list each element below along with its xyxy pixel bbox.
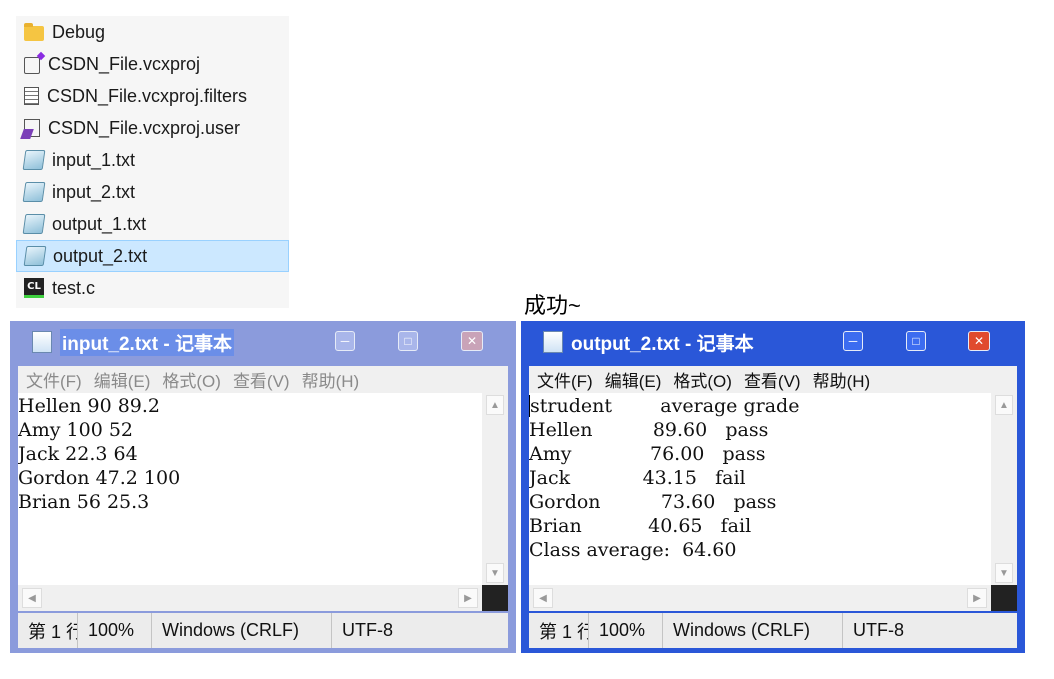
- file-item-vcxproj-filters[interactable]: CSDN_File.vcxproj.filters: [16, 80, 289, 112]
- horizontal-scrollbar[interactable]: ◀ ▶: [18, 585, 482, 611]
- status-bar: 第 1 行 100% Windows (CRLF) UTF-8: [18, 613, 508, 648]
- scroll-down-icon[interactable]: ▼: [486, 563, 504, 583]
- scroll-down-icon[interactable]: ▼: [995, 563, 1013, 583]
- scroll-right-icon[interactable]: ▶: [458, 588, 478, 608]
- status-encoding: UTF-8: [853, 620, 904, 640]
- menu-help[interactable]: 帮助(H): [813, 367, 871, 392]
- file-item-vcxproj[interactable]: CSDN_File.vcxproj: [16, 48, 289, 80]
- user-file-icon: [24, 119, 40, 137]
- status-zoom: 100%: [78, 613, 152, 648]
- scroll-left-icon[interactable]: ◀: [22, 588, 42, 608]
- file-item-input-2[interactable]: input_2.txt: [16, 176, 289, 208]
- status-line-ending: Windows (CRLF): [663, 613, 843, 648]
- filters-file-icon: [24, 87, 39, 105]
- maximize-button[interactable]: □: [398, 331, 418, 351]
- file-name: CSDN_File.vcxproj.filters: [47, 85, 248, 106]
- file-item-input-1[interactable]: input_1.txt: [16, 144, 289, 176]
- menu-format[interactable]: 格式(O): [162, 367, 221, 392]
- status-encoding: UTF-8: [342, 620, 393, 640]
- status-zoom: 100%: [589, 613, 663, 648]
- text-line: Gordon 73.60 pass: [529, 491, 777, 513]
- vertical-scrollbar[interactable]: ▲ ▼: [482, 393, 508, 585]
- notepad-window-output[interactable]: output_2.txt - 记事本 ─ □ ✕ 文件(F) 编辑(E) 格式(…: [521, 321, 1025, 653]
- scrollbar-corner: [482, 585, 508, 611]
- minimize-button[interactable]: ─: [843, 331, 863, 351]
- title-bar[interactable]: input_2.txt - 记事本 ─ □ ✕: [10, 321, 516, 363]
- maximize-button[interactable]: □: [906, 331, 926, 351]
- file-item-output-2[interactable]: output_2.txt: [16, 240, 289, 272]
- menu-view[interactable]: 查看(V): [744, 367, 801, 392]
- folder-icon: [24, 23, 44, 41]
- text-line: Amy 76.00 pass: [529, 443, 766, 465]
- text-editor[interactable]: Hellen 90 89.2 Amy 100 52 Jack 22.3 64 G…: [18, 393, 482, 585]
- scroll-right-icon[interactable]: ▶: [967, 588, 987, 608]
- menu-view[interactable]: 查看(V): [233, 367, 290, 392]
- window-title: input_2.txt - 记事本: [60, 328, 234, 356]
- notepad-icon: [32, 331, 52, 353]
- success-caption: 成功~: [524, 293, 581, 318]
- notepad-icon: [543, 331, 563, 353]
- text-file-icon: [22, 214, 46, 234]
- status-bar: 第 1 行 100% Windows (CRLF) UTF-8: [529, 613, 1017, 648]
- file-item-debug[interactable]: Debug: [16, 16, 289, 48]
- text-line: Jack 43.15 fail: [529, 467, 746, 489]
- menu-bar: 文件(F) 编辑(E) 格式(O) 查看(V) 帮助(H): [529, 366, 1017, 393]
- file-name: input_1.txt: [52, 149, 136, 170]
- text-line: Gordon 47.2 100: [18, 467, 181, 489]
- notepad-window-input[interactable]: input_2.txt - 记事本 ─ □ ✕ 文件(F) 编辑(E) 格式(O…: [10, 321, 516, 653]
- text-line: Brian 40.65 fail: [529, 515, 752, 537]
- file-name: input_2.txt: [52, 181, 136, 202]
- vertical-scrollbar[interactable]: ▲ ▼: [991, 393, 1017, 585]
- menu-file[interactable]: 文件(F): [537, 367, 593, 392]
- menu-help[interactable]: 帮助(H): [302, 367, 360, 392]
- text-line: Hellen 90 89.2: [18, 395, 161, 417]
- text-line: Jack 22.3 64: [18, 443, 138, 465]
- scroll-up-icon[interactable]: ▲: [995, 395, 1013, 415]
- menu-edit[interactable]: 编辑(E): [94, 367, 151, 392]
- menu-edit[interactable]: 编辑(E): [605, 367, 662, 392]
- text-line: Hellen 89.60 pass: [529, 419, 769, 441]
- text-file-icon: [23, 246, 47, 266]
- title-bar[interactable]: output_2.txt - 记事本 ─ □ ✕: [521, 321, 1025, 363]
- file-item-output-1[interactable]: output_1.txt: [16, 208, 289, 240]
- text-file-icon: [22, 150, 46, 170]
- status-line-ending: Windows (CRLF): [152, 613, 332, 648]
- close-button[interactable]: ✕: [461, 331, 483, 351]
- c-source-icon: CL: [24, 278, 44, 298]
- scroll-up-icon[interactable]: ▲: [486, 395, 504, 415]
- scroll-left-icon[interactable]: ◀: [533, 588, 553, 608]
- file-name: test.c: [52, 277, 96, 298]
- window-title: output_2.txt - 记事本: [571, 333, 754, 355]
- scrollbar-corner: [991, 585, 1017, 611]
- text-line: Amy 100 52: [18, 419, 133, 441]
- file-item-vcxproj-user[interactable]: CSDN_File.vcxproj.user: [16, 112, 289, 144]
- minimize-button[interactable]: ─: [335, 331, 355, 351]
- menu-format[interactable]: 格式(O): [673, 367, 732, 392]
- status-position: 第 1 行: [18, 613, 78, 648]
- menu-bar: 文件(F) 编辑(E) 格式(O) 查看(V) 帮助(H): [18, 366, 508, 393]
- file-name: output_2.txt: [53, 245, 148, 266]
- text-line: strudent average grade: [529, 395, 800, 417]
- text-file-icon: [22, 182, 46, 202]
- text-editor[interactable]: strudent average grade Hellen 89.60 pass…: [529, 393, 991, 585]
- status-position: 第 1 行: [529, 613, 589, 648]
- menu-file[interactable]: 文件(F): [26, 367, 82, 392]
- file-name: CSDN_File.vcxproj.user: [48, 117, 241, 138]
- file-item-test-c[interactable]: CL test.c: [16, 272, 289, 304]
- file-name: output_1.txt: [52, 213, 147, 234]
- text-line: Brian 56 25.3: [18, 491, 150, 513]
- vcxproj-icon: [24, 56, 40, 74]
- file-name: CSDN_File.vcxproj: [48, 53, 201, 74]
- horizontal-scrollbar[interactable]: ◀ ▶: [529, 585, 991, 611]
- file-name: Debug: [52, 21, 106, 42]
- file-list: Debug CSDN_File.vcxproj CSDN_File.vcxpro…: [16, 16, 289, 308]
- text-line: Class average: 64.60: [529, 539, 737, 561]
- close-button[interactable]: ✕: [968, 331, 990, 351]
